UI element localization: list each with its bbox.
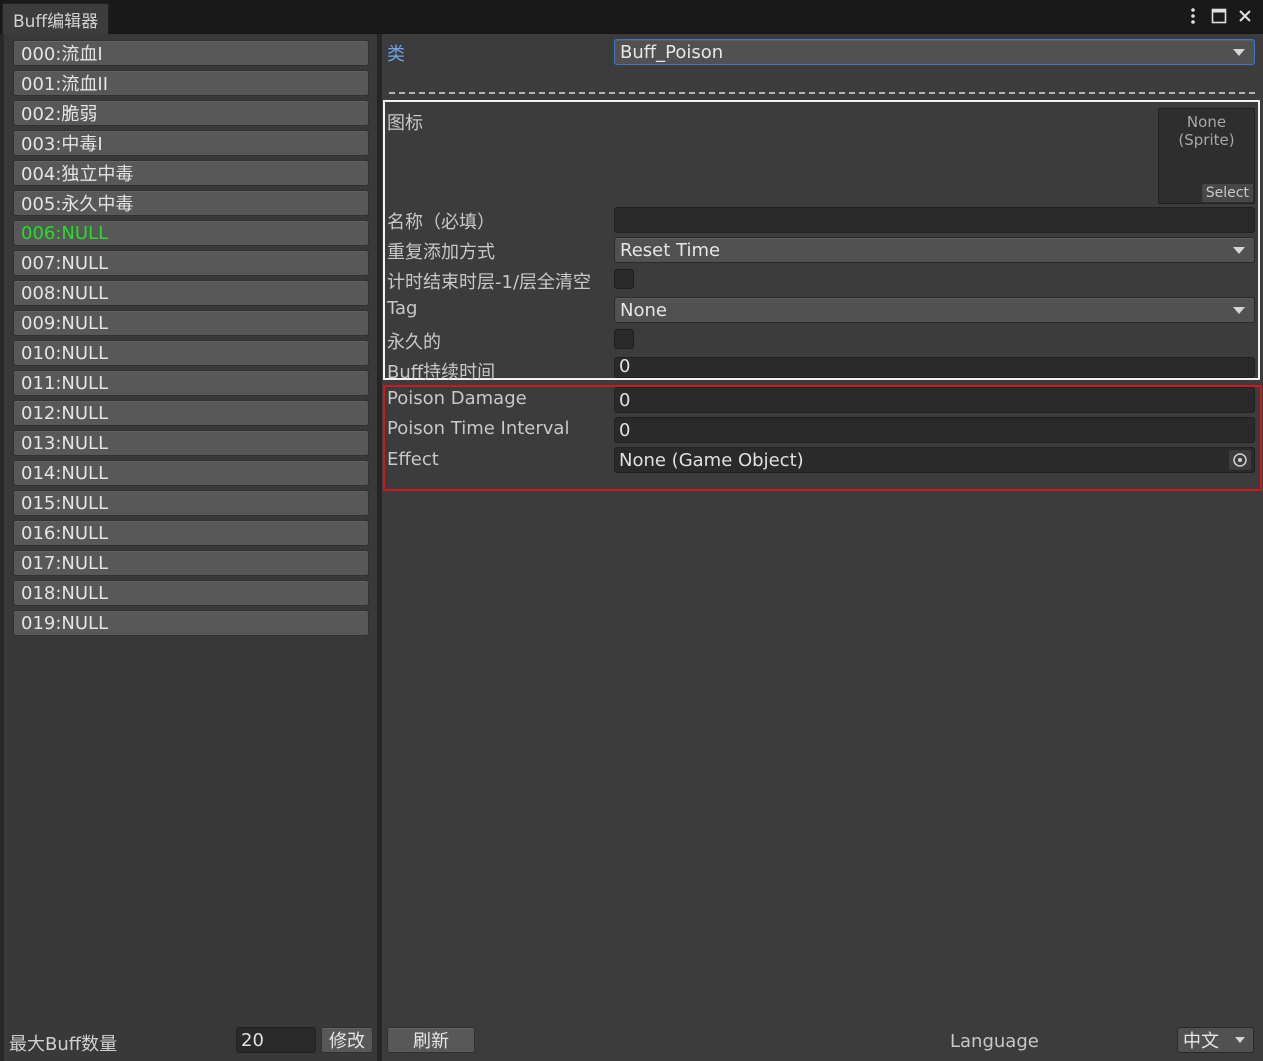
name-input[interactable] (614, 207, 1255, 233)
poison-damage-input[interactable]: 0 (614, 387, 1255, 413)
buff-list-item[interactable]: 010:NULL (13, 340, 369, 366)
dropdown-arrow-icon (1235, 1037, 1245, 1043)
sprite-placeholder: None (Sprite) (1178, 113, 1235, 149)
timer-end-label: 计时结束时层-1/层全清空 (387, 272, 592, 293)
buff-list-item[interactable]: 000:流血I (13, 40, 369, 66)
icon-label: 图标 (387, 113, 423, 134)
tab-title: Buff编辑器 (13, 11, 99, 32)
poison-interval-input[interactable]: 0 (614, 417, 1255, 443)
maximize-icon[interactable] (1209, 5, 1229, 27)
sprite-select-button[interactable]: Select (1201, 184, 1253, 202)
dropdown-arrow-icon (1233, 247, 1245, 254)
class-value: Buff_Poison (620, 41, 724, 63)
language-label: Language (950, 1031, 1039, 1052)
buff-list-item[interactable]: 017:NULL (13, 550, 369, 576)
name-label: 名称（必填） (387, 212, 495, 233)
tag-dropdown[interactable]: None (614, 297, 1255, 323)
buff-list-item[interactable]: 016:NULL (13, 520, 369, 546)
class-dropdown[interactable]: Buff_Poison (614, 39, 1255, 65)
buff-list-item[interactable]: 008:NULL (13, 280, 369, 306)
effect-label: Effect (387, 449, 439, 470)
repeat-mode-dropdown[interactable]: Reset Time (614, 237, 1255, 263)
buff-list-item[interactable]: 013:NULL (13, 430, 369, 456)
tag-label: Tag (387, 298, 418, 319)
poison-damage-label: Poison Damage (387, 388, 527, 409)
buff-list-item[interactable]: 009:NULL (13, 310, 369, 336)
permanent-label: 永久的 (387, 332, 441, 353)
left-footer: 最大Buff数量 20 修改 (4, 1023, 378, 1061)
max-buff-count-label: 最大Buff数量 (9, 1034, 118, 1055)
language-dropdown[interactable]: 中文 (1177, 1027, 1254, 1053)
close-icon[interactable] (1235, 5, 1255, 27)
poison-interval-label: Poison Time Interval (387, 418, 570, 439)
timer-end-checkbox[interactable] (614, 269, 634, 289)
class-label: 类 (387, 44, 405, 65)
inspector-panel: 类 Buff_Poison 图标 None (Sprite) Select 名称… (382, 34, 1263, 1061)
section-divider (389, 92, 1255, 94)
modify-button[interactable]: 修改 (321, 1027, 373, 1053)
repeat-mode-label: 重复添加方式 (387, 242, 495, 263)
buff-list-item[interactable]: 001:流血II (13, 70, 369, 96)
window-tab-bar: Buff编辑器 (0, 0, 1263, 34)
right-footer: 刷新 Language 中文 (382, 1023, 1263, 1061)
permanent-checkbox[interactable] (614, 329, 634, 349)
sprite-field[interactable]: None (Sprite) Select (1158, 108, 1255, 204)
kebab-menu-icon[interactable] (1183, 5, 1203, 27)
buff-list-item[interactable]: 006:NULL (13, 220, 369, 246)
object-picker-icon[interactable] (1229, 450, 1251, 470)
buff-list-item[interactable]: 018:NULL (13, 580, 369, 606)
max-buff-count-input[interactable]: 20 (236, 1027, 316, 1053)
buff-list-item[interactable]: 007:NULL (13, 250, 369, 276)
buff-list-item[interactable]: 004:独立中毒 (13, 160, 369, 186)
window-controls (1183, 4, 1255, 28)
repeat-mode-value: Reset Time (620, 239, 721, 261)
tab-buff-editor[interactable]: Buff编辑器 (2, 3, 110, 34)
dropdown-arrow-icon (1233, 307, 1245, 314)
buff-list-item[interactable]: 019:NULL (13, 610, 369, 636)
buff-list-item[interactable]: 005:永久中毒 (13, 190, 369, 216)
dropdown-arrow-icon (1233, 49, 1245, 56)
language-value: 中文 (1183, 1031, 1219, 1052)
duration-input[interactable]: 0 (614, 356, 1255, 378)
effect-value: None (Game Object) (619, 449, 804, 471)
buff-list-panel: 000:流血I 001:流血II 002:脆弱 003:中毒I 004:独立中毒 005:… (4, 34, 378, 1061)
refresh-button[interactable]: 刷新 (387, 1027, 475, 1053)
buff-list-item[interactable]: 014:NULL (13, 460, 369, 486)
buff-list-item[interactable]: 012:NULL (13, 400, 369, 426)
tag-value: None (620, 299, 667, 321)
buff-list-item[interactable]: 002:脆弱 (13, 100, 369, 126)
effect-object-field[interactable]: None (Game Object) (614, 447, 1255, 473)
buff-list-item[interactable]: 003:中毒I (13, 130, 369, 156)
buff-list-item[interactable]: 015:NULL (13, 490, 369, 516)
duration-label: Buff持续时间 (387, 362, 496, 383)
buff-list-item[interactable]: 011:NULL (13, 370, 369, 396)
